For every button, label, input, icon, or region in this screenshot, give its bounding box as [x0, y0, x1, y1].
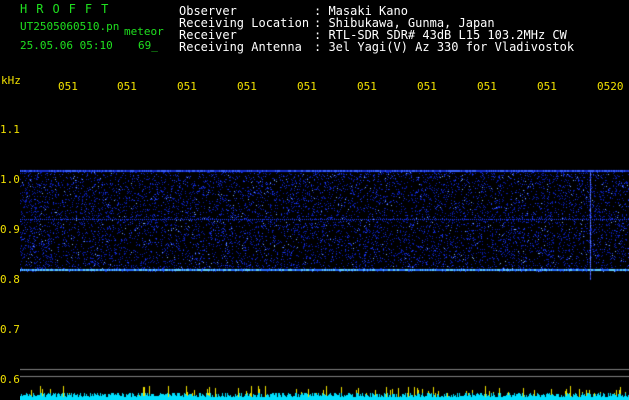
count-value: 69_ — [138, 39, 158, 52]
timestamp: 25.05.06 05:10 — [20, 39, 113, 52]
time-tick: 051 — [58, 80, 78, 93]
time-tick: 051 — [297, 80, 317, 93]
antenna-value: : 3el Yagi(V) Az 330 for Vladivostok — [314, 40, 575, 54]
freq-tick: 0.9 — [0, 223, 20, 236]
app-title: HROFFT — [20, 2, 118, 16]
antenna-label: Receiving Antenna — [179, 40, 302, 54]
axis-unit: kHz — [1, 74, 21, 87]
file-name: UT2505060510.pn — [20, 20, 120, 33]
freq-tick: 1.0 — [0, 173, 20, 186]
time-tick: 051 — [477, 80, 497, 93]
time-tick: 051 — [177, 80, 197, 93]
time-tick: 051 — [117, 80, 137, 93]
hrofft-screen: HROFFT UT2505060510.pn meteor 25.05.06 0… — [0, 0, 629, 400]
freq-tick: 0.7 — [0, 323, 20, 336]
time-tick: 051 — [537, 80, 557, 93]
spectrogram — [20, 97, 629, 400]
mode-label: meteor — [124, 25, 164, 38]
time-tick: 051 — [237, 80, 257, 93]
time-tick: 0520 — [597, 80, 624, 93]
time-tick: 051 — [417, 80, 437, 93]
freq-tick: 0.6 — [0, 373, 20, 386]
time-tick: 051 — [357, 80, 377, 93]
freq-tick: 0.8 — [0, 273, 20, 286]
freq-tick: 1.1 — [0, 123, 20, 136]
